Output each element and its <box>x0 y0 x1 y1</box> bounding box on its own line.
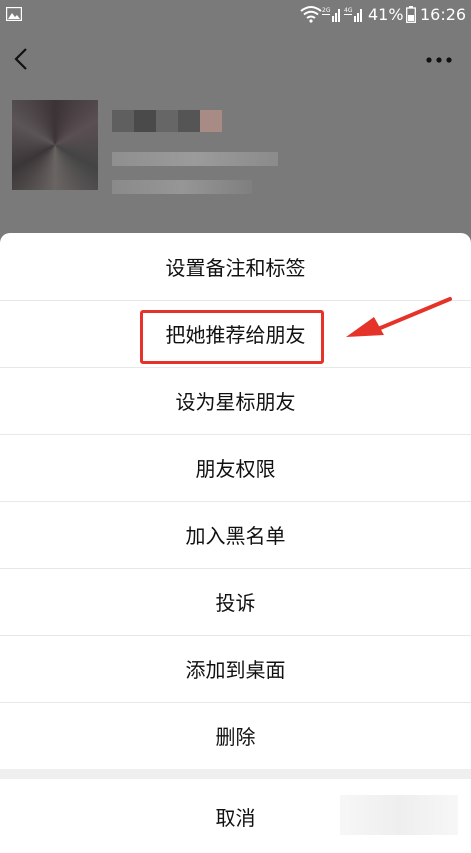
gallery-icon <box>6 7 22 21</box>
battery-percent: 41% <box>368 5 404 24</box>
contact-region-redacted <box>112 180 252 194</box>
menu-item-permissions[interactable]: 朋友权限 <box>0 434 471 500</box>
menu-item-label: 设为星标朋友 <box>175 390 296 414</box>
sheet-divider <box>0 769 471 779</box>
signal-2g-icon: 2G <box>322 7 340 22</box>
clock: 16:26 <box>420 5 467 24</box>
action-sheet: 设置备注和标签 把她推荐给朋友 设为星标朋友 朋友权限 加入黑名单 投诉 添加到… <box>0 233 471 853</box>
menu-item-set-remark[interactable]: 设置备注和标签 <box>0 233 471 299</box>
chevron-left-icon[interactable] <box>12 46 30 72</box>
top-bar <box>0 30 471 86</box>
menu-item-label: 把她推荐给朋友 <box>165 323 306 347</box>
menu-item-star-friend[interactable]: 设为星标朋友 <box>0 367 471 433</box>
menu-item-label: 加入黑名单 <box>185 524 286 548</box>
menu-item-label: 朋友权限 <box>195 457 276 481</box>
more-dots-icon[interactable] <box>425 56 453 64</box>
contact-id-redacted <box>112 152 278 166</box>
menu-item-label: 删除 <box>215 725 256 749</box>
menu-item-recommend[interactable]: 把她推荐给朋友 <box>0 300 471 366</box>
menu-item-add-to-desktop[interactable]: 添加到桌面 <box>0 635 471 701</box>
svg-text:4G: 4G <box>344 7 353 14</box>
menu-item-label: 设置备注和标签 <box>165 255 306 280</box>
battery-icon <box>406 6 416 23</box>
cancel-label: 取消 <box>215 805 256 830</box>
signal-4g-icon: 4G <box>344 7 362 22</box>
watermark <box>340 795 458 835</box>
menu-item-label: 投诉 <box>215 591 256 615</box>
wifi-icon <box>300 6 322 23</box>
avatar[interactable] <box>12 100 98 190</box>
svg-text:2G: 2G <box>322 7 331 14</box>
menu-item-report[interactable]: 投诉 <box>0 568 471 634</box>
menu-item-label: 添加到桌面 <box>185 658 286 682</box>
menu-item-blacklist[interactable]: 加入黑名单 <box>0 501 471 567</box>
menu-item-delete[interactable]: 删除 <box>0 702 471 768</box>
status-bar: 2G 4G 41% 16:26 <box>0 0 471 30</box>
profile-header <box>0 86 471 226</box>
contact-name-redacted <box>112 110 222 132</box>
